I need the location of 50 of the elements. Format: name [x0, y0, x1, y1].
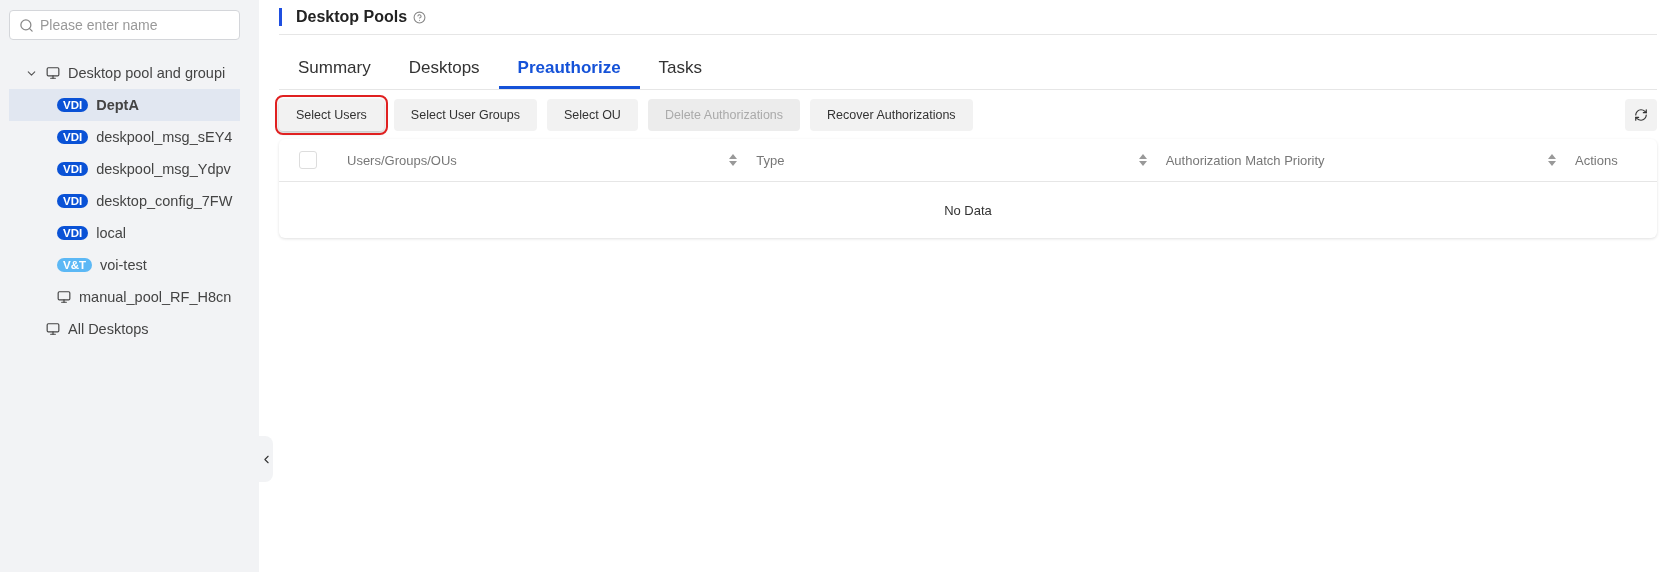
tree-label: deskpool_msg_sEY4	[96, 129, 233, 145]
tree-item[interactable]: VDI local	[9, 217, 240, 249]
type-badge: VDI	[57, 130, 89, 144]
search-icon	[19, 18, 34, 33]
sort-icon[interactable]	[1137, 153, 1148, 167]
tree-label: manual_pool_RF_H8cn	[79, 289, 232, 305]
type-badge: VDI	[57, 226, 89, 240]
tree-item[interactable]: VDI deskpool_msg_Ydpv	[9, 153, 240, 185]
tree-item[interactable]: VDI deskpool_msg_sEY4	[9, 121, 240, 153]
page-title: Desktop Pools	[296, 8, 408, 26]
type-badge: VDI	[57, 98, 89, 112]
tree-item[interactable]: manual_pool_RF_H8cn	[9, 281, 240, 313]
tree-item[interactable]: Desktop pool and groupi	[9, 57, 240, 89]
type-badge: VDI	[57, 194, 89, 208]
monitor-icon	[57, 290, 71, 304]
tab[interactable]: Tasks	[639, 49, 722, 89]
toolbar-button[interactable]: Select OU	[546, 99, 638, 131]
empty-message: No Data	[944, 202, 992, 218]
monitor-icon	[46, 66, 60, 80]
tree-label: deskpool_msg_Ydpv	[96, 161, 231, 177]
toolbar-button[interactable]: Select User Groups	[393, 99, 537, 131]
column-header: Type	[756, 152, 785, 168]
tab[interactable]: Desktops	[389, 49, 499, 89]
column-header: Users/Groups/OUs	[347, 152, 457, 168]
tree-item[interactable]: V&T voi-test	[9, 249, 240, 281]
tree-label: Desktop pool and groupi	[68, 65, 226, 81]
tree-item[interactable]: VDI DeptA	[9, 89, 240, 121]
tree-item[interactable]: All Desktops	[9, 313, 240, 345]
collapse-handle[interactable]	[259, 436, 273, 482]
column-header: Authorization Match Priority	[1165, 152, 1325, 168]
sort-icon[interactable]	[1547, 153, 1557, 167]
help-icon[interactable]	[413, 10, 427, 24]
select-all-checkbox[interactable]	[299, 151, 317, 169]
tab[interactable]: Preauthorize	[498, 49, 640, 89]
sort-icon[interactable]	[728, 153, 739, 167]
monitor-icon	[46, 322, 60, 336]
type-badge: VDI	[57, 162, 89, 176]
type-badge: V&T	[57, 258, 92, 272]
tree-label: voi-test	[100, 257, 147, 273]
refresh-icon	[1634, 108, 1648, 122]
tree-label: All Desktops	[68, 321, 149, 337]
column-header: Actions	[1575, 152, 1618, 168]
search-field[interactable]: Please enter name	[9, 10, 240, 40]
tree-item[interactable]: VDI desktop_config_7FW	[9, 185, 240, 217]
refresh-button[interactable]	[1625, 99, 1657, 131]
tree-label: local	[96, 225, 126, 241]
tree-label: desktop_config_7FW	[96, 193, 233, 209]
tree-label: DeptA	[96, 97, 139, 113]
toolbar-button[interactable]: Recover Authorizations	[810, 99, 973, 131]
tab[interactable]: Summary	[279, 49, 390, 89]
